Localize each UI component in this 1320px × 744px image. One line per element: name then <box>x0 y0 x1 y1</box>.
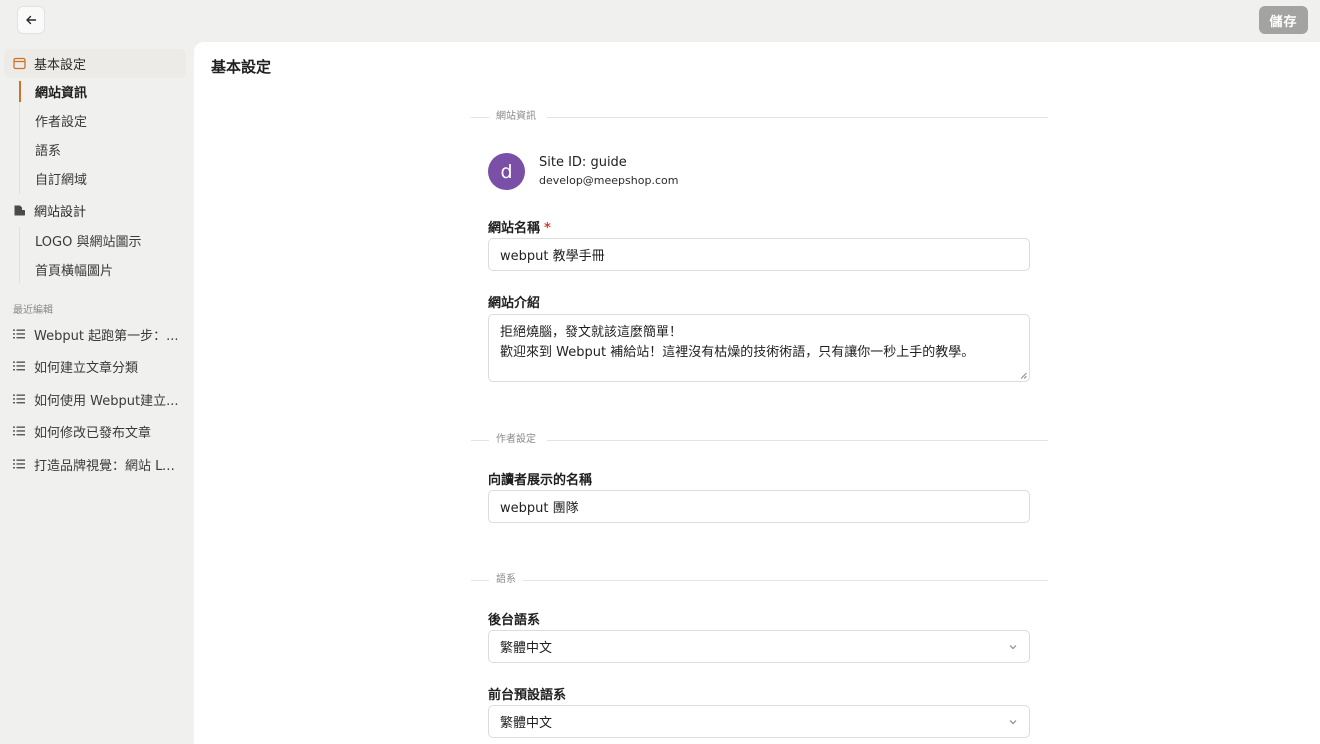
recent-item[interactable]: 如何建立文章分類 <box>13 354 183 378</box>
site-email: develop@meepshop.com <box>539 174 679 187</box>
recent-item-label: 打造品牌視覺：網站 LO... <box>34 458 183 474</box>
sidebar: 基本設定 網站資訊 作者設定 語系 自訂網域 網站設計 LOGO 與網站圖示 首… <box>0 44 193 744</box>
active-indicator <box>19 81 21 102</box>
list-icon <box>13 329 26 339</box>
recent-item-label: Webput 起跑第一步：... <box>34 328 179 344</box>
list-icon <box>13 361 26 371</box>
avatar: d <box>488 153 525 190</box>
chevron-down-icon <box>1009 719 1017 724</box>
site-intro-line: 拒絕燒腦，發文就該這麼簡單！ <box>500 325 683 340</box>
site-name-value: webput 教學手冊 <box>500 249 605 264</box>
site-intro-line: 歡迎來到 Webput 補給站！這裡沒有枯燥的技術術語，只有讓你一秒上手的教學。 <box>500 345 975 360</box>
frontend-language-select[interactable]: 繁體中文 <box>488 705 1030 738</box>
top-bar: 儲存 <box>0 0 1320 44</box>
divider-line <box>547 440 1048 441</box>
sidebar-group-label: 基本設定 <box>34 58 87 73</box>
required-mark: * <box>544 221 551 236</box>
section-label: 語系 <box>496 574 516 585</box>
backend-language-label: 後台語系 <box>488 613 541 628</box>
frontend-language-value: 繁體中文 <box>500 716 553 731</box>
section-divider-language: 語系 <box>471 573 1048 587</box>
sidebar-group-site-design[interactable]: 網站設計 <box>4 196 186 225</box>
chevron-down-icon <box>1009 644 1017 649</box>
calendar-icon <box>13 57 26 70</box>
section-label: 網站資訊 <box>496 111 536 122</box>
sidebar-item-logo-favicon[interactable]: LOGO 與網站圖示 <box>35 230 141 250</box>
recent-item[interactable]: Webput 起跑第一步：... <box>13 322 183 346</box>
site-id: Site ID: guide <box>539 155 627 170</box>
section-label: 作者設定 <box>496 434 536 445</box>
sub-nav-line <box>19 227 20 283</box>
site-name-label-text: 網站名稱 <box>488 221 541 236</box>
display-name-value: webput 團隊 <box>500 501 579 516</box>
section-divider-author: 作者設定 <box>471 433 1048 447</box>
divider-line <box>523 580 1048 581</box>
main-panel: 基本設定 網站資訊 d Site ID: guide develop@meeps… <box>194 42 1320 744</box>
site-name-input[interactable]: webput 教學手冊 <box>488 238 1030 271</box>
sidebar-item-author-settings[interactable]: 作者設定 <box>35 110 87 130</box>
design-icon <box>13 204 26 217</box>
backend-language-select[interactable]: 繁體中文 <box>488 630 1030 663</box>
divider-line <box>471 440 489 441</box>
recent-item[interactable]: 如何使用 Webput建立... <box>13 387 183 411</box>
sidebar-group-label: 網站設計 <box>34 205 87 220</box>
arrow-left-icon <box>26 15 37 25</box>
list-icon <box>13 459 26 469</box>
divider-line <box>547 117 1048 118</box>
sidebar-item-custom-domain[interactable]: 自訂網域 <box>35 168 87 188</box>
page-title: 基本設定 <box>211 58 272 76</box>
recent-item-label: 如何修改已發布文章 <box>34 425 152 441</box>
back-button[interactable] <box>17 6 45 34</box>
recent-item[interactable]: 如何修改已發布文章 <box>13 419 183 443</box>
sidebar-item-home-banner[interactable]: 首頁橫幅圖片 <box>35 259 113 279</box>
recent-item-label: 如何使用 Webput建立... <box>34 393 179 409</box>
backend-language-value: 繁體中文 <box>500 641 553 656</box>
display-name-label: 向讀者展示的名稱 <box>488 473 593 488</box>
section-divider-site-info: 網站資訊 <box>471 110 1048 124</box>
save-button[interactable]: 儲存 <box>1259 6 1308 34</box>
sidebar-group-basic-settings[interactable]: 基本設定 <box>4 49 186 78</box>
site-intro-textarea[interactable]: 拒絕燒腦，發文就該這麼簡單！ 歡迎來到 Webput 補給站！這裡沒有枯燥的技術… <box>488 314 1030 382</box>
display-name-input[interactable]: webput 團隊 <box>488 490 1030 523</box>
site-intro-label: 網站介紹 <box>488 296 541 311</box>
divider-line <box>471 580 489 581</box>
frontend-language-label: 前台預設語系 <box>488 688 567 703</box>
site-name-label: 網站名稱 * <box>488 217 551 236</box>
recent-heading: 最近編輯 <box>13 305 53 316</box>
sidebar-item-site-info[interactable]: 網站資訊 <box>35 81 87 101</box>
list-icon <box>13 394 26 404</box>
list-icon <box>13 426 26 436</box>
recent-item[interactable]: 打造品牌視覺：網站 LO... <box>13 452 183 476</box>
sidebar-item-language[interactable]: 語系 <box>35 139 61 159</box>
resize-grip-icon[interactable] <box>1020 372 1027 379</box>
divider-line <box>471 117 489 118</box>
recent-item-label: 如何建立文章分類 <box>34 360 139 376</box>
